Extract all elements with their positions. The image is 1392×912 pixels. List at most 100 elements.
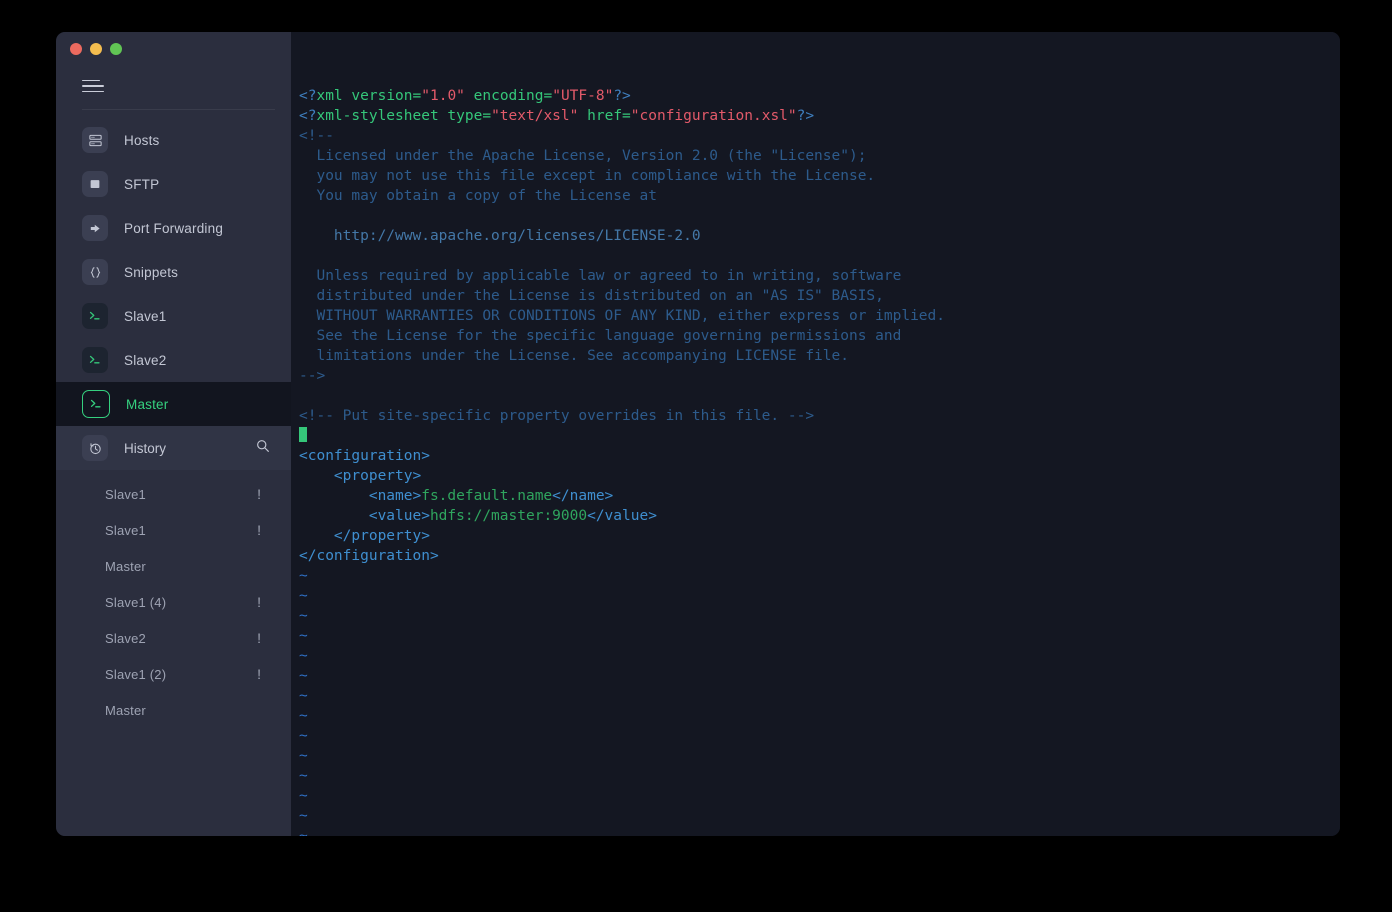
search-icon[interactable] [255,438,271,459]
list-item[interactable]: Slave1 ! [56,476,291,512]
sidebar-item-port-forwarding[interactable]: Port Forwarding [56,206,291,250]
terminal-text-span: hdfs://master:9000 [429,508,588,524]
terminal-text-span: <property> [299,468,422,484]
terminal-line: distributed under the License is distrib… [299,286,1340,306]
terminal-line [299,426,1340,446]
sidebar-item-master[interactable]: Master [56,382,291,426]
terminal-text-span: xml-stylesheet [316,108,439,124]
terminal-line: --> [299,366,1340,386]
clock-history-icon [82,435,108,461]
warning-icon: ! [257,486,261,502]
terminal-text-span: <value> [299,508,430,524]
list-item[interactable]: Slave1 (2) ! [56,656,291,692]
terminal-pane[interactable]: <?xml version="1.0" encoding="UTF-8"?> <?… [291,32,1340,836]
history-section-header[interactable]: History [56,426,291,470]
terminal-line: ~ [299,626,1340,646]
terminal-text-span: http://www.apache.org/licenses/LICENSE-2… [299,228,701,244]
terminal-text-span: </name> [552,488,614,504]
terminal-text-span: "configuration.xsl" [630,108,797,124]
terminal-text-span: </configuration> [299,548,439,564]
terminal-text-span: </property> [299,528,430,544]
terminal-line: ~ [299,746,1340,766]
sidebar-item-label: Slave2 [124,352,167,368]
history-list: Slave1 ! Slave1 ! Master Slave1 (4) ! Sl… [56,470,291,728]
terminal-text-span: type= [447,108,492,124]
history-item-label: Slave1 [105,486,146,502]
terminal-line: ~ [299,686,1340,706]
terminal-text-span: <? [299,108,317,124]
terminal-line: ~ [299,646,1340,666]
sidebar-item-snippets[interactable]: Snippets [56,250,291,294]
terminal-text-span [465,88,474,104]
sidebar-item-slave1[interactable]: Slave1 [56,294,291,338]
terminal-text-output: <?xml version="1.0" encoding="UTF-8"?> <?… [299,86,1340,836]
sidebar-nav-list: Hosts SFTP Port Forwarding Snippets Slav… [56,110,291,426]
sidebar-item-slave2[interactable]: Slave2 [56,338,291,382]
terminal-line: ~ [299,566,1340,586]
folder-icon [82,171,108,197]
warning-icon: ! [257,666,261,682]
warning-icon: ! [257,630,261,646]
terminal-prompt-icon [82,347,108,373]
maximize-window-button[interactable] [110,43,122,55]
terminal-text-span: "1.0" [421,88,465,104]
terminal-line: limitations under the License. See accom… [299,346,1340,366]
terminal-line: ~ [299,726,1340,746]
terminal-text-span: ?> [613,88,631,104]
terminal-text-span: version= [351,88,422,104]
window-titlebar [56,32,291,66]
terminal-line: <property> [299,466,1340,486]
terminal-line: </configuration> [299,546,1340,566]
terminal-line: <!-- [299,126,1340,146]
warning-icon: ! [257,594,261,610]
terminal-text-span: fs.default.name [421,488,553,504]
sidebar-item-sftp[interactable]: SFTP [56,162,291,206]
terminal-text-span: Licensed under the Apache License, Versi… [299,148,867,164]
terminal-text-span: ~ [299,568,308,584]
terminal-prompt-icon [82,303,108,329]
terminal-text-span: See the License for the specific languag… [299,328,902,344]
terminal-text-span: --> [299,368,326,384]
terminal-text-span: ~ [299,608,308,624]
sidebar-item-label: SFTP [124,176,160,192]
close-window-button[interactable] [70,43,82,55]
history-item-label: Master [105,558,146,574]
list-item[interactable]: Master [56,548,291,584]
terminal-text-span: xml [316,88,343,104]
minimize-window-button[interactable] [90,43,102,55]
list-item[interactable]: Slave1 ! [56,512,291,548]
terminal-line: you may not use this file except in comp… [299,166,1340,186]
list-item[interactable]: Slave1 (4) ! [56,584,291,620]
terminal-text-span: WITHOUT WARRANTIES OR CONDITIONS OF ANY … [299,308,946,324]
terminal-text-span: ?> [796,108,815,124]
sidebar-item-hosts[interactable]: Hosts [56,118,291,162]
terminal-text-span: Unless required by applicable law or agr… [299,268,902,284]
terminal-text-span: limitations under the License. See accom… [299,348,849,364]
terminal-line: <name>fs.default.name</name> [299,486,1340,506]
hamburger-icon[interactable] [82,79,104,93]
terminal-text-span: "UTF-8" [552,88,614,104]
terminal-line: </property> [299,526,1340,546]
terminal-text-span: ~ [299,648,308,664]
terminal-line: WITHOUT WARRANTIES OR CONDITIONS OF ANY … [299,306,1340,326]
list-item[interactable]: Master [56,692,291,728]
terminal-text-span: ~ [299,788,308,804]
terminal-text-span: <!-- [299,128,334,144]
terminal-line: See the License for the specific languag… [299,326,1340,346]
terminal-line: Unless required by applicable law or agr… [299,266,1340,286]
arrow-forward-icon [82,215,108,241]
warning-icon: ! [257,522,261,538]
menu-row [56,66,291,106]
history-label: History [124,440,167,456]
terminal-line: ~ [299,786,1340,806]
terminal-text-span: ~ [299,748,308,764]
terminal-line: http://www.apache.org/licenses/LICENSE-2… [299,226,1340,246]
terminal-line: <configuration> [299,446,1340,466]
list-item[interactable]: Slave2 ! [56,620,291,656]
terminal-line: ~ [299,766,1340,786]
terminal-line: ~ [299,666,1340,686]
terminal-line: <?xml version="1.0" encoding="UTF-8"?> [299,86,1340,106]
